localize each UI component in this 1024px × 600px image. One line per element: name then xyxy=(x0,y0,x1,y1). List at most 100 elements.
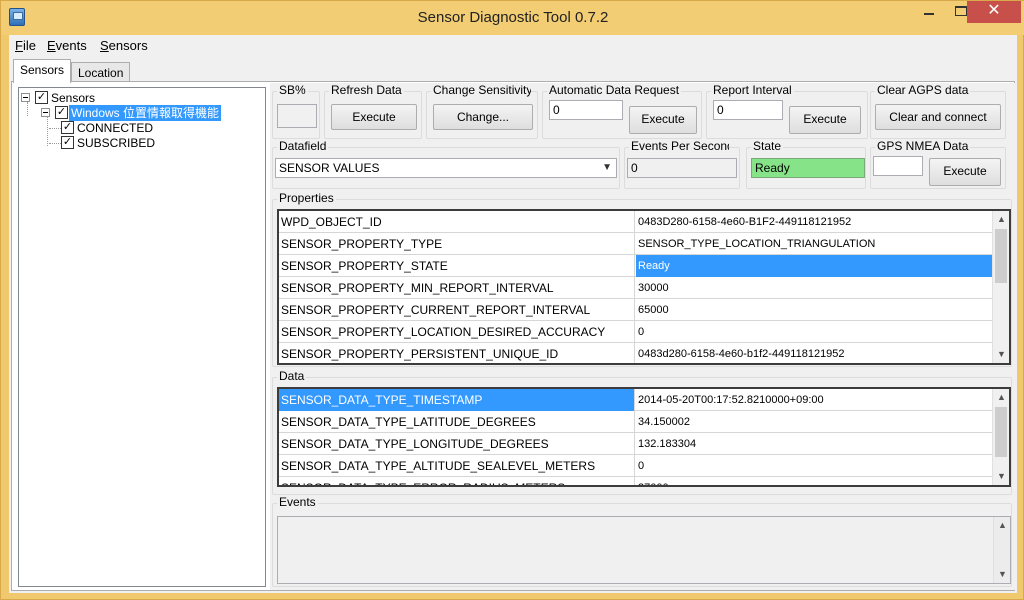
events-per-second-field: 0 xyxy=(627,158,737,178)
tree-connector xyxy=(49,143,61,144)
minimize-button[interactable] xyxy=(913,1,945,23)
group-title-sb: SB% xyxy=(277,83,308,98)
table-row[interactable]: SENSOR_PROPERTY_TYPE SENSOR_TYPE_LOCATIO… xyxy=(279,233,995,255)
data-value: 34.150002 xyxy=(638,416,690,428)
properties-grid[interactable]: WPD_OBJECT_ID 0483D280-6158-4e60-B1F2-44… xyxy=(277,209,1011,365)
table-row[interactable]: SENSOR_DATA_TYPE_LATITUDE_DEGREES 34.150… xyxy=(279,411,995,433)
scroll-thumb[interactable] xyxy=(995,407,1007,457)
tree-connector xyxy=(27,102,28,116)
data-grid[interactable]: SENSOR_DATA_TYPE_TIMESTAMP 2014-05-20T00… xyxy=(277,387,1011,487)
sb-field[interactable] xyxy=(277,104,317,128)
datafield-dropdown[interactable]: SENSOR VALUES ▼ xyxy=(275,158,617,178)
group-title-data: Data xyxy=(277,369,307,384)
close-button[interactable]: ✕ xyxy=(967,1,1021,23)
sensors-tab-panel: ✓ Sensors ✓ Windows 位置情報取得機能 ✓ CONNECTED… xyxy=(11,81,1015,591)
group-title-gps-nmea: GPS NMEA Data xyxy=(875,139,971,154)
group-change-sensitivity: Change Sensitivity Change... xyxy=(426,83,538,139)
events-log[interactable]: ▲ ▼ xyxy=(277,516,1011,584)
tree-connector xyxy=(49,128,61,129)
close-icon: ✕ xyxy=(987,2,1001,19)
report-interval-input[interactable]: 0 xyxy=(713,100,783,120)
report-interval-execute-button[interactable]: Execute xyxy=(789,106,861,134)
properties-scrollbar[interactable]: ▲ ▼ xyxy=(992,211,1009,363)
table-row[interactable]: SENSOR_DATA_TYPE_ERROR_RADIUS_METERS 370… xyxy=(279,477,995,485)
group-data: Data SENSOR_DATA_TYPE_TIMESTAMP 2014-05-… xyxy=(272,369,1012,495)
group-auto-request: Automatic Data Request 0 Execute xyxy=(542,83,702,139)
right-pane: SB% Refresh Data Execute Change Sensitiv… xyxy=(270,83,1015,590)
gps-nmea-execute-button[interactable]: Execute xyxy=(929,158,1001,186)
refresh-execute-button[interactable]: Execute xyxy=(331,104,417,130)
scroll-thumb[interactable] xyxy=(995,229,1007,283)
events-scrollbar[interactable]: ▲ ▼ xyxy=(993,517,1010,583)
table-row[interactable]: SENSOR_DATA_TYPE_TIMESTAMP 2014-05-20T00… xyxy=(279,389,995,411)
group-properties: Properties WPD_OBJECT_ID 0483D280-6158-4… xyxy=(272,191,1012,367)
property-name: SENSOR_PROPERTY_TYPE xyxy=(279,233,635,255)
scroll-up-icon[interactable]: ▲ xyxy=(994,517,1011,534)
table-row[interactable]: SENSOR_DATA_TYPE_LONGITUDE_DEGREES 132.1… xyxy=(279,433,995,455)
table-row[interactable]: SENSOR_DATA_TYPE_ALTITUDE_SEALEVEL_METER… xyxy=(279,455,995,477)
clear-and-connect-button[interactable]: Clear and connect xyxy=(875,104,1001,130)
group-title-datafield: Datafield xyxy=(277,139,329,154)
scroll-down-icon[interactable]: ▼ xyxy=(993,346,1009,363)
gps-nmea-input[interactable] xyxy=(873,156,923,176)
scroll-down-icon[interactable]: ▼ xyxy=(993,468,1009,485)
tree-connector xyxy=(47,116,48,146)
property-name: SENSOR_PROPERTY_STATE xyxy=(279,255,635,277)
maximize-icon xyxy=(955,6,967,16)
auto-request-input[interactable]: 0 xyxy=(549,100,623,120)
minimize-icon xyxy=(924,13,934,15)
checkbox-device[interactable]: ✓ xyxy=(55,106,68,119)
table-row[interactable]: SENSOR_PROPERTY_PERSISTENT_UNIQUE_ID 048… xyxy=(279,343,995,363)
data-scrollbar[interactable]: ▲ ▼ xyxy=(992,389,1009,485)
menu-file[interactable]: File xyxy=(15,38,36,53)
group-state: State Ready xyxy=(746,139,866,189)
property-value: 65000 xyxy=(638,304,669,316)
property-value: SENSOR_TYPE_LOCATION_TRIANGULATION xyxy=(638,238,876,250)
property-name: SENSOR_PROPERTY_CURRENT_REPORT_INTERVAL xyxy=(279,299,635,321)
table-row[interactable]: SENSOR_PROPERTY_CURRENT_REPORT_INTERVAL … xyxy=(279,299,995,321)
table-row[interactable]: SENSOR_PROPERTY_MIN_REPORT_INTERVAL 3000… xyxy=(279,277,995,299)
checkbox-connected[interactable]: ✓ xyxy=(61,121,74,134)
scroll-up-icon[interactable]: ▲ xyxy=(993,211,1009,228)
collapse-icon[interactable] xyxy=(21,93,30,102)
checkbox-subscribed[interactable]: ✓ xyxy=(61,136,74,149)
group-datafield: Datafield SENSOR VALUES ▼ xyxy=(272,139,620,189)
sensor-tree[interactable]: ✓ Sensors ✓ Windows 位置情報取得機能 ✓ CONNECTED… xyxy=(18,87,266,587)
auto-request-execute-button[interactable]: Execute xyxy=(629,106,697,134)
collapse-icon[interactable] xyxy=(41,108,50,117)
change-sensitivity-button[interactable]: Change... xyxy=(433,104,533,130)
menu-sensors[interactable]: Sensors xyxy=(100,38,148,53)
datafield-value: SENSOR VALUES xyxy=(279,161,380,175)
group-title-state: State xyxy=(751,139,784,154)
table-row[interactable]: SENSOR_PROPERTY_LOCATION_DESIRED_ACCURAC… xyxy=(279,321,995,343)
title-bar[interactable]: Sensor Diagnostic Tool 0.7.2 ✕ xyxy=(1,1,1024,35)
property-value: 0483D280-6158-4e60-B1F2-449118121952 xyxy=(638,216,852,228)
group-title-auto-request: Automatic Data Request xyxy=(547,83,682,98)
menu-events[interactable]: Events xyxy=(47,38,87,53)
table-row[interactable]: SENSOR_PROPERTY_STATE Ready xyxy=(279,255,995,277)
scroll-up-icon[interactable]: ▲ xyxy=(993,389,1009,406)
data-name: SENSOR_DATA_TYPE_LATITUDE_DEGREES xyxy=(279,411,635,433)
data-name: SENSOR_DATA_TYPE_TIMESTAMP xyxy=(279,389,635,411)
checkbox-sensors[interactable]: ✓ xyxy=(35,91,48,104)
group-title-events: Events xyxy=(277,495,318,510)
group-report-interval: Report Interval 0 Execute xyxy=(706,83,868,139)
data-value: 0 xyxy=(638,460,645,472)
tab-location[interactable]: Location xyxy=(71,62,131,82)
property-value: 0483d280-6158-4e60-b1f2-449118121952 xyxy=(638,348,845,360)
property-value: Ready xyxy=(636,255,995,277)
scroll-down-icon[interactable]: ▼ xyxy=(994,566,1011,583)
group-title-events-per-second: Events Per Second xyxy=(629,139,729,154)
chevron-down-icon: ▼ xyxy=(602,162,612,173)
group-title-refresh: Refresh Data xyxy=(329,83,404,98)
property-value: 0 xyxy=(638,326,645,338)
group-title-properties: Properties xyxy=(277,191,336,206)
group-sb: SB% xyxy=(272,83,320,139)
app-window: Sensor Diagnostic Tool 0.7.2 ✕ File Even… xyxy=(0,0,1024,600)
tree-label-connected: CONNECTED xyxy=(77,121,154,135)
property-name: SENSOR_PROPERTY_MIN_REPORT_INTERVAL xyxy=(279,277,635,299)
tab-sensors[interactable]: Sensors xyxy=(13,59,72,83)
table-row[interactable]: WPD_OBJECT_ID 0483D280-6158-4e60-B1F2-44… xyxy=(279,211,995,233)
group-events-per-second: Events Per Second 0 xyxy=(624,139,740,189)
property-name: SENSOR_PROPERTY_PERSISTENT_UNIQUE_ID xyxy=(279,343,635,363)
